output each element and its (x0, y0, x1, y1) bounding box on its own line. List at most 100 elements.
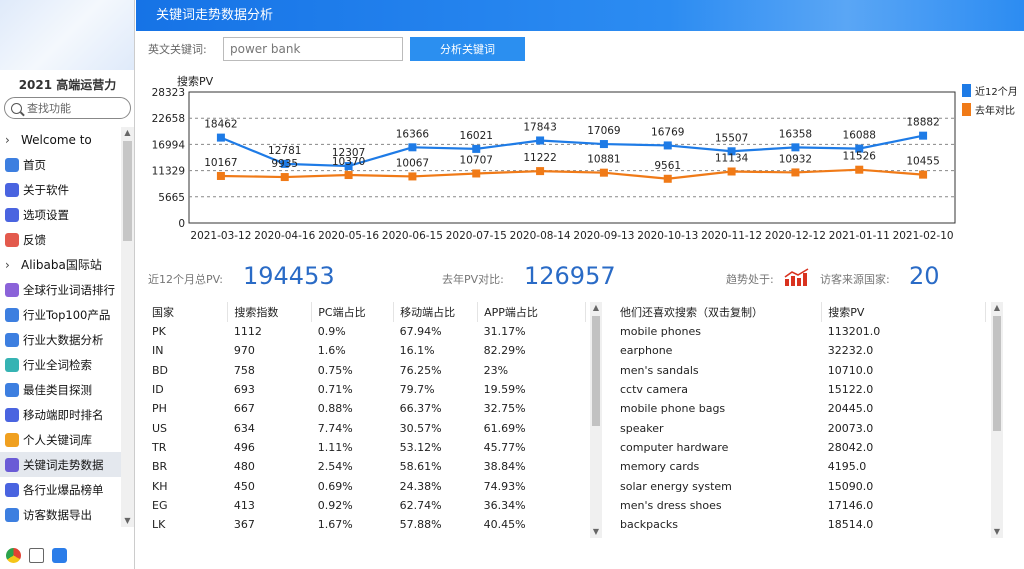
menu-item-icon (5, 457, 19, 472)
table-cell: 17146.0 (827, 498, 874, 512)
sidebar-scrollbar[interactable]: ▲ ▼ (121, 127, 134, 527)
menu-item-icon (5, 332, 19, 347)
sidebar-item-0[interactable]: › Welcome to (0, 127, 121, 152)
series-line-1 (220, 168, 924, 180)
table-row[interactable]: BD 758 0.75% 76.25% 23% (146, 361, 586, 380)
table-row[interactable]: PH 667 0.88% 66.37% 32.75% (146, 399, 586, 418)
scroll-up-icon[interactable]: ▲ (121, 127, 134, 139)
country-count-value: 20 (909, 262, 940, 290)
column-header[interactable]: 国家 (146, 302, 229, 322)
total-pv-value: 194453 (243, 262, 335, 290)
sidebar-item-2[interactable]: 关于软件 (0, 177, 121, 202)
table-row[interactable]: solar energy system 15090.0 (614, 476, 986, 495)
trend-chart: 0566511329169942265828323搜索PV2021-03-12 2… (152, 74, 1018, 242)
table-row[interactable]: cctv camera 15122.0 (614, 380, 986, 399)
sidebar-item-13[interactable]: 关键词走势数据 (0, 452, 121, 477)
column-header[interactable]: PC端占比 (311, 302, 395, 322)
sidebar-item-label: 移动端即时排名 (23, 407, 104, 422)
y-tick-label: 16994 (152, 139, 186, 151)
table-cell: EG (152, 498, 168, 512)
column-header[interactable]: 搜索指数 (227, 302, 313, 322)
legend-swatch (962, 103, 971, 116)
sidebar-item-4[interactable]: 反馈 (0, 227, 121, 252)
sidebar-item-9[interactable]: 行业全词检索 (0, 352, 121, 377)
table-row[interactable]: men's dress shoes 17146.0 (614, 496, 986, 515)
chrome-icon[interactable] (6, 548, 21, 563)
translate-icon[interactable] (52, 548, 67, 563)
scroll-down-icon[interactable]: ▼ (991, 526, 1003, 538)
table-cell: 57.88% (399, 518, 442, 532)
table-row[interactable]: memory cards 4195.0 (614, 457, 986, 476)
table-row[interactable]: US 634 7.74% 30.57% 61.69% (146, 418, 586, 437)
data-label: 11222 (523, 152, 556, 164)
table-row[interactable]: IN 970 1.6% 16.1% 82.29% (146, 341, 586, 360)
table-cell: mobile phones (620, 325, 701, 339)
table-cell: 20445.0 (827, 402, 874, 416)
data-point (791, 168, 800, 177)
table-row[interactable]: earphone 32232.0 (614, 341, 986, 360)
table-cell: ID (152, 383, 164, 397)
sidebar-item-15[interactable]: 访客数据导出 (0, 502, 121, 527)
table-row[interactable]: men's sandals 10710.0 (614, 361, 986, 380)
scroll-down-icon[interactable]: ▼ (121, 515, 134, 527)
data-point (599, 168, 608, 177)
sidebar-item-label: Welcome to (21, 132, 92, 147)
table-row[interactable]: mobile phones 113201.0 (614, 322, 986, 341)
table-cell: 15122.0 (827, 383, 874, 397)
table-cell: 1112 (233, 325, 262, 339)
sidebar-item-11[interactable]: 移动端即时排名 (0, 402, 121, 427)
country-table-scrollbar[interactable]: ▲ ▼ (590, 302, 602, 538)
related-table-scrollbar[interactable]: ▲ ▼ (991, 302, 1003, 538)
table-row[interactable]: BR 480 2.54% 58.61% 38.84% (146, 457, 586, 476)
sidebar-item-3[interactable]: 选项设置 (0, 202, 121, 227)
scroll-up-icon[interactable]: ▲ (991, 302, 1003, 314)
data-label: 10932 (779, 153, 812, 165)
table-row[interactable]: TR 496 1.11% 53.12% 45.77% (146, 438, 586, 457)
sidebar-item-1[interactable]: 首页 (0, 152, 121, 177)
table-row[interactable]: EG 413 0.92% 62.74% 36.34% (146, 496, 586, 515)
table-cell: 45.77% (483, 440, 526, 454)
table-cell: 0.71% (317, 383, 353, 397)
table-cell: computer hardware (620, 440, 729, 454)
sidebar-item-8[interactable]: 行业大数据分析 (0, 327, 121, 352)
scroll-down-icon[interactable]: ▼ (590, 526, 602, 538)
table-row[interactable]: KH 450 0.69% 24.38% 74.93% (146, 476, 586, 495)
table-cell: KH (152, 479, 168, 493)
table-row[interactable]: backpacks 18514.0 (614, 515, 986, 534)
column-header[interactable]: 他们还喜欢搜索（双击复制） (614, 302, 823, 322)
data-label: 11526 (843, 151, 877, 163)
data-point (472, 169, 481, 178)
table-row[interactable]: LK 367 1.67% 57.88% 40.45% (146, 515, 586, 534)
sidebar-item-5[interactable]: › Alibaba国际站 (0, 252, 121, 277)
column-header[interactable]: 搜索PV (821, 302, 986, 322)
scroll-thumb[interactable] (993, 316, 1001, 431)
column-header[interactable]: 移动端占比 (393, 302, 479, 322)
table-cell: 413 (233, 498, 255, 512)
scroll-thumb[interactable] (123, 141, 132, 241)
sidebar-item-6[interactable]: 全球行业词语排行 (0, 277, 121, 302)
table-cell: 32.75% (483, 402, 526, 416)
scroll-thumb[interactable] (592, 316, 600, 426)
sidebar-item-10[interactable]: 最佳类目探测 (0, 377, 121, 402)
data-point (663, 174, 672, 183)
table-cell: 28042.0 (827, 440, 874, 454)
table-cell: earphone (620, 344, 673, 358)
sidebar-item-7[interactable]: 行业Top100产品 (0, 302, 121, 327)
search-input[interactable]: 查找功能 (4, 97, 131, 119)
sidebar-item-14[interactable]: 各行业爆品榜单 (0, 477, 121, 502)
column-header[interactable]: APP端占比 (477, 302, 586, 322)
menu-item-icon (5, 307, 19, 322)
table-row[interactable]: computer hardware 28042.0 (614, 438, 986, 457)
sidebar-item-12[interactable]: 个人关键词库 (0, 427, 121, 452)
table-row[interactable]: speaker 20073.0 (614, 418, 986, 437)
scroll-up-icon[interactable]: ▲ (590, 302, 602, 314)
data-point (344, 171, 353, 180)
keyword-input[interactable]: power bank (223, 37, 403, 61)
sidebar: 2021 高端运营力 查找功能 › Welcome to 首页 关于软件 选项设置 反馈 ›… (0, 0, 135, 569)
table-row[interactable]: ID 693 0.71% 79.7% 19.59% (146, 380, 586, 399)
table-row[interactable]: PK 1112 0.9% 67.94% 31.17% (146, 322, 586, 341)
data-point (663, 141, 672, 150)
window-icon[interactable] (29, 548, 44, 563)
table-row[interactable]: mobile phone bags 20445.0 (614, 399, 986, 418)
analyze-button[interactable]: 分析关键词 (410, 37, 525, 61)
